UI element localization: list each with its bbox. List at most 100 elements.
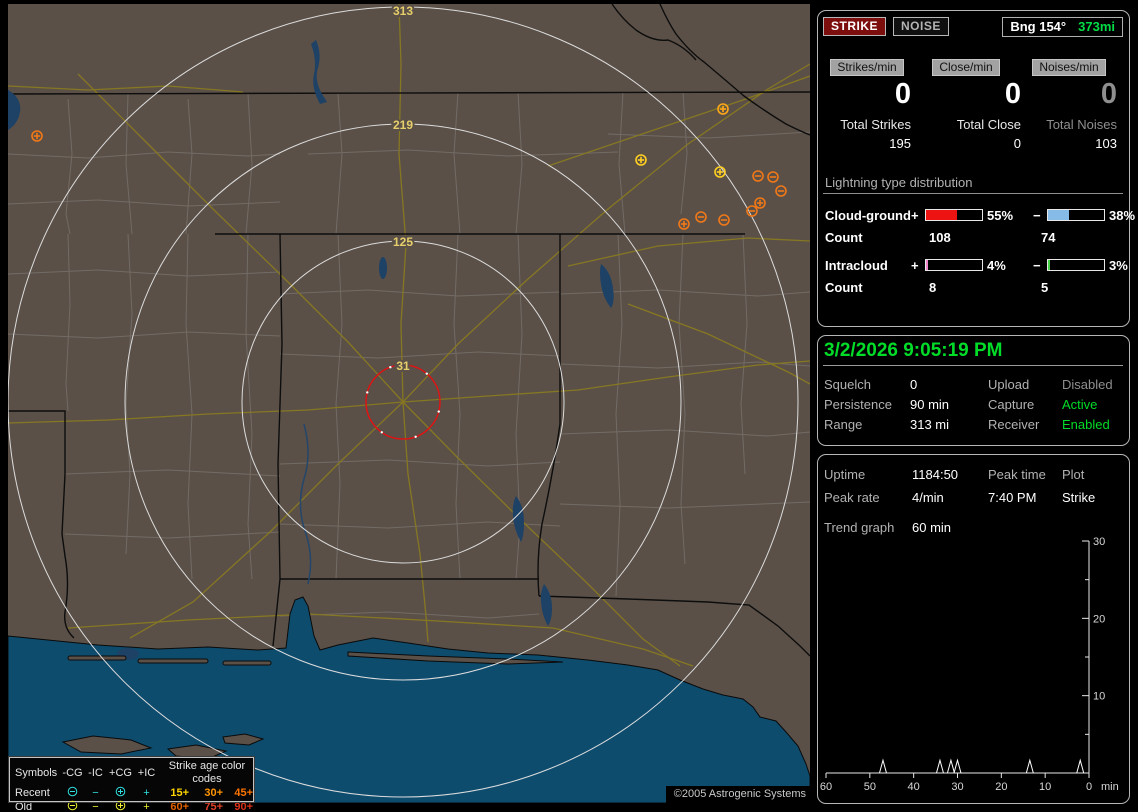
status-row: Range 313 mi Receiver Enabled [823, 414, 1123, 434]
age-code-45: 45+ [234, 786, 253, 799]
ic-plus-bar [925, 259, 983, 271]
stats-row: Uptime 1184:50 Peak time Plot [823, 463, 1123, 486]
map-canvas[interactable]: 313 219 125 31 Symbols -CG -IC +CG +IC Stri… [8, 4, 810, 812]
count-label: Count [825, 279, 863, 295]
cloud-ground-row: Cloud-ground + 55% − 38% [823, 204, 1135, 226]
cloud-ground-count-row: Count 108 74 [823, 226, 1123, 248]
noises-per-min-label: Noises/min [1032, 59, 1106, 76]
ic-minus-count: 5 [1041, 279, 1049, 295]
strike-spike [879, 758, 887, 774]
ic-minus-bar [1047, 259, 1105, 271]
y-tick-label: 30 [1093, 536, 1105, 548]
plus-sign: + [911, 257, 919, 273]
x-tick-label: 60 [820, 781, 832, 793]
bearing-readout: Bng 154° 373mi [1002, 17, 1123, 37]
total-strikes-label: Total Strikes [840, 117, 911, 132]
noise-button[interactable]: NOISE [893, 17, 949, 36]
ic-plus-count: 8 [929, 279, 937, 295]
upload-value: Disabled [1062, 376, 1113, 392]
strike-spike [1076, 758, 1085, 774]
neg-cg-old-icon [61, 800, 84, 812]
cg-minus-bar [1047, 209, 1105, 221]
capture-value: Active [1062, 396, 1098, 412]
peak-time-label: Peak time [988, 467, 1046, 482]
cloud-ground-label: Cloud-ground [825, 207, 911, 223]
bearing-range-value: 373mi [1078, 19, 1115, 34]
range-value: 313 mi [910, 416, 950, 432]
neg-ic-recent-icon: − [92, 786, 99, 799]
x-tick-label: 50 [864, 781, 876, 793]
peak-rate-value: 4/min [912, 490, 944, 505]
cg-plus-bar [925, 209, 983, 221]
status-row: Persistence 90 min Capture Active [823, 394, 1123, 414]
bearing-value: Bng 154° [1010, 19, 1067, 34]
stats-row: Peak rate 4/min 7:40 PM Strike [823, 486, 1123, 509]
cg-plus-count: 108 [929, 229, 951, 245]
ic-minus-percent: 3% [1109, 257, 1128, 273]
copyright-text: ©2005 Astrogenic Systems [665, 786, 810, 803]
distribution-title: Lightning type distribution [825, 175, 973, 190]
trend-graph-chart: 10 20 30 60 50 40 30 20 10 0 min [820, 536, 1119, 793]
capture-label: Capture [988, 396, 1035, 412]
range-ring-label: 219 [393, 118, 413, 132]
ring-tick-dot [366, 391, 369, 394]
plus-sign: + [911, 207, 919, 223]
total-close-value: 0 [1013, 136, 1021, 151]
plot-value: Strike [1062, 490, 1096, 505]
toolbar: STRIKE NOISE Bng 154° 373mi [823, 17, 1123, 37]
ring-tick-dot [414, 435, 417, 438]
legend-header-age: Strike age color codes [168, 760, 246, 785]
legend-header-cg-pos: +CG [109, 766, 132, 779]
legend-header-cg-neg: -CG [62, 766, 83, 779]
ic-plus-percent: 4% [987, 257, 1006, 273]
squelch-value: 0 [910, 376, 918, 392]
total-noises-label: Total Noises [1046, 117, 1117, 132]
noises-counter: Noises/min 0 Total Noises 103 [1021, 59, 1117, 151]
x-tick-label: 40 [908, 781, 920, 793]
rate-counters: Strikes/min 0 Total Strikes 195 Close/mi… [823, 59, 1123, 151]
squelch-label: Squelch [824, 376, 871, 392]
legend-header-symbols: Symbols [15, 766, 58, 779]
receiver-label: Receiver [988, 416, 1040, 432]
pos-cg-recent-icon [107, 786, 134, 800]
divider [823, 193, 1123, 194]
strikes-per-min-label: Strikes/min [830, 59, 904, 76]
datetime-display: 3/2/2026 9:05:19 PM [824, 340, 1003, 361]
cg-minus-count: 74 [1041, 229, 1056, 245]
age-code-30: 30+ [204, 786, 223, 799]
minus-sign: − [1033, 207, 1041, 223]
pos-ic-old-icon: + [143, 800, 150, 812]
strikes-per-min-value: 0 [894, 78, 911, 110]
age-code-15: 15+ [170, 786, 189, 799]
intracloud-count-row: Count 8 5 [823, 276, 1123, 298]
side-panel: STRIKE NOISE Bng 154° 373mi Strikes/min … [817, 10, 1135, 804]
strike-button[interactable]: STRIKE [823, 17, 887, 36]
persistence-value: 90 min [910, 396, 950, 412]
close-per-min-label: Close/min [932, 59, 1000, 76]
minus-sign: − [1033, 257, 1041, 273]
x-tick-label: 10 [1039, 781, 1051, 793]
pos-cg-old-icon [107, 800, 134, 812]
close-counter: Close/min 0 Total Close 0 [911, 59, 1021, 151]
neg-cg-recent-icon [61, 786, 84, 800]
stats-panel: Uptime 1184:50 Peak time Plot Peak rate … [817, 454, 1130, 804]
strike-spike [1025, 758, 1034, 774]
total-strikes-value: 195 [889, 136, 911, 151]
y-tick-label: 10 [1093, 691, 1105, 703]
map-image: 313 219 125 31 [8, 4, 810, 803]
pos-ic-recent-icon: + [143, 786, 150, 799]
strike-spike [953, 758, 962, 774]
uptime-value: 1184:50 [912, 467, 959, 482]
legend-header-ic-neg: -IC [88, 766, 103, 779]
legend-header-ic-pos: +IC [137, 766, 156, 779]
ring-tick-dot [380, 431, 383, 434]
ring-tick-dot [389, 366, 392, 369]
strike-panel: STRIKE NOISE Bng 154° 373mi Strikes/min … [817, 10, 1135, 327]
x-axis-unit: min [1101, 781, 1119, 793]
status-panel: 3/2/2026 9:05:19 PM Squelch 0 Upload Dis… [817, 335, 1130, 446]
intracloud-label: Intracloud [825, 257, 888, 273]
range-ring-label: 125 [393, 235, 413, 249]
close-per-min-value: 0 [1004, 78, 1021, 110]
strike-spike [946, 758, 955, 774]
status-row: Squelch 0 Upload Disabled [823, 374, 1123, 394]
